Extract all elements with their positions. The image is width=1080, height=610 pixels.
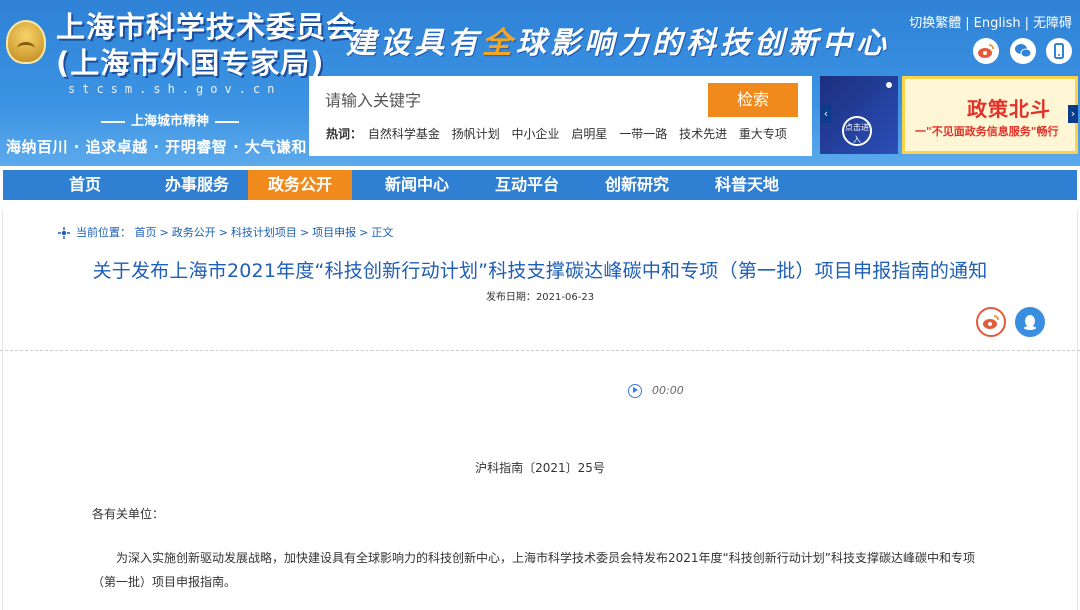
location-icon [58,227,70,239]
nav-item-innovation[interactable]: 创新研究 [591,170,683,200]
top-link-separator: | [1024,16,1029,31]
hot-word-link[interactable]: 扬帆计划 [452,127,500,141]
policy-beidou-subtitle: 一"不见面政务信息服务"畅行 [915,125,1059,138]
share-weibo-icon[interactable] [976,307,1006,337]
article-title: 关于发布上海市2021年度“科技创新行动计划”科技支撑碳达峰碳中和专项（第一批）… [92,260,988,282]
city-spirit-title: 上海城市精神 [95,110,245,129]
nav-item-gov-affairs[interactable]: 政务公开 [248,170,352,200]
org-name-line2[interactable]: (上海市外国专家局) [56,46,325,80]
switch-traditional-link[interactable]: 切换繁體 [909,16,961,31]
publish-date: 发布日期：2021-06-23 [0,288,1080,303]
publish-date-value: 2021-06-23 [535,292,595,303]
weibo-icon[interactable] [973,38,999,64]
section-divider [0,350,1080,351]
breadcrumb-home[interactable]: 首页 [135,226,157,239]
slogan-highlight: 全 [482,26,516,61]
hot-word-link[interactable]: 一带一路 [619,127,667,141]
breadcrumb-separator: > [218,226,228,239]
click-enter-badge[interactable]: 点击进入 [842,116,872,146]
nav-item-news[interactable]: 新闻中心 [371,170,463,200]
emblem-logo[interactable] [6,20,46,64]
top-link-separator: | [965,16,970,31]
hot-word-link[interactable]: 重大专项 [739,127,787,141]
publish-date-label: 发布日期： [485,292,536,303]
mobile-icon[interactable] [1046,38,1072,64]
breadcrumb-separator: > [159,226,169,239]
breadcrumb-application[interactable]: 项目申报 [312,226,356,239]
site-url: stcsm.sh.gov.cn [68,82,282,96]
breadcrumb-projects[interactable]: 科技计划项目 [231,226,297,239]
search-input[interactable] [319,84,709,116]
english-link[interactable]: English [974,16,1021,31]
slogan: 建设具有全球影响力的科技创新中心 [346,18,890,62]
nav-item-services[interactable]: 办事服务 [151,170,243,200]
article-paragraph: 为深入实施创新驱动发展战略，加快建设具有全球影响力的科技创新中心，上海市科学技术… [92,551,975,589]
nav-item-interaction[interactable]: 互动平台 [481,170,573,200]
breadcrumb-separator: > [359,226,369,239]
share-qq-icon[interactable] [1015,307,1045,337]
policy-beidou-title: 政策北斗 [967,97,1051,121]
slogan-part2: 球影响力的科技创新中心 [516,26,890,61]
banner-next-arrow[interactable]: › [1068,105,1078,123]
hot-word-link[interactable]: 中小企业 [512,127,560,141]
hot-word-link[interactable]: 技术先进 [679,127,727,141]
hot-words-label: 热词： [326,127,363,141]
city-spirit-text: 海纳百川 · 追求卓越 · 开明睿智 · 大气谦和 [6,138,307,156]
breadcrumb-separator: > [299,226,310,239]
audio-time: 00:00 [652,384,684,397]
nav-item-science-popularization[interactable]: 科普天地 [701,170,793,200]
accessibility-link[interactable]: 无障碍 [1033,16,1072,31]
breadcrumb: 当前位置： 首页 > 政务公开 > 科技计划项目 > 项目申报 > 正文 [58,224,393,240]
search-button[interactable]: 检索 [708,83,798,117]
promo-banner-left[interactable]: 点击进入 [820,76,898,154]
hot-word-link[interactable]: 自然科学基金 [368,127,440,141]
hot-word-link[interactable]: 启明星 [571,127,607,141]
banner-prev-arrow[interactable]: ‹ [821,105,831,123]
salutation: 各有关单位： [92,507,165,521]
document-number: 沪科指南〔2021〕25号 [475,461,605,475]
play-icon[interactable] [628,383,642,398]
breadcrumb-gov-affairs[interactable]: 政务公开 [172,226,216,239]
nav-item-home[interactable]: 首页 [49,170,121,200]
top-links: 切换繁體 | English | 无障碍 [909,12,1072,31]
org-name-line1[interactable]: 上海市科学技术委员会 [56,10,356,44]
breadcrumb-current: 正文 [371,226,394,239]
slogan-part1: 建设具有 [346,26,482,61]
audio-player: 00:00 [628,380,684,399]
breadcrumb-label: 当前位置： [76,226,131,239]
banner-dot [886,82,892,88]
main-nav: 首页 办事服务 政务公开 新闻中心 互动平台 创新研究 科普天地 [3,170,1077,200]
policy-beidou-banner[interactable]: 政策北斗 一"不见面政务信息服务"畅行 [902,76,1078,154]
hot-words: 热词： 自然科学基金 扬帆计划 中小企业 启明星 一带一路 技术先进 重大专项 [326,125,795,142]
wechat-icon[interactable] [1010,38,1036,64]
